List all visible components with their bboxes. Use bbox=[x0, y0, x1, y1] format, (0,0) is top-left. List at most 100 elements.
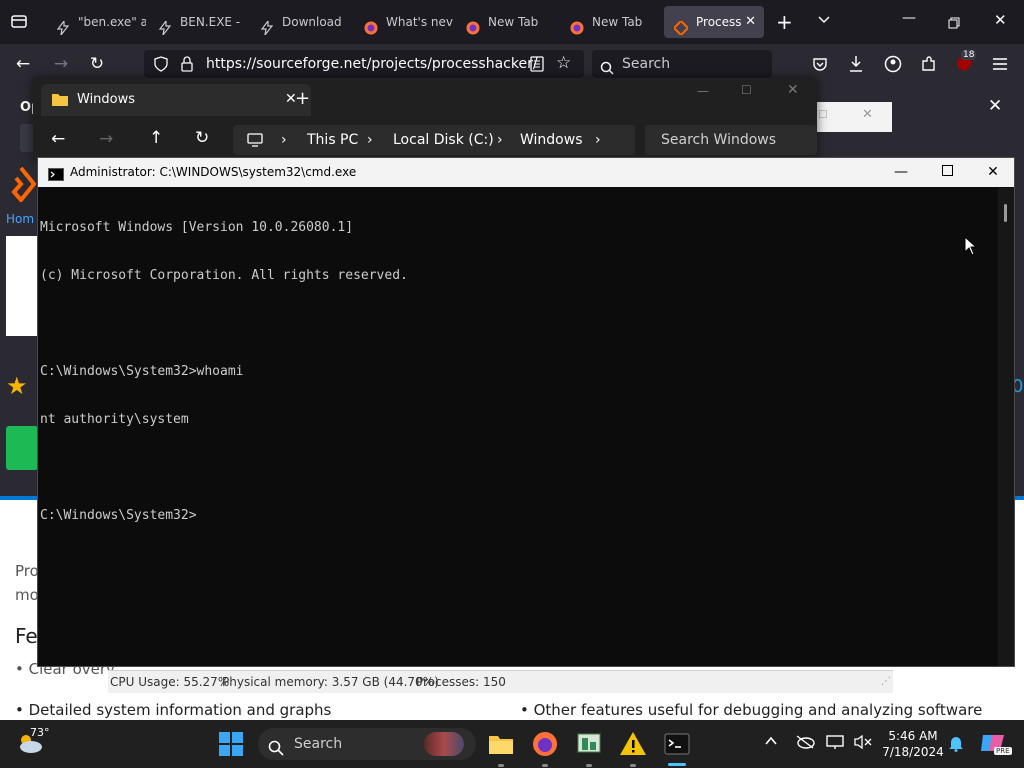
chevron-right-icon[interactable]: › bbox=[281, 125, 287, 155]
tab-label: Download bbox=[282, 15, 342, 29]
lock-icon[interactable] bbox=[180, 56, 194, 76]
menu-hamburger-icon[interactable] bbox=[992, 56, 1008, 75]
browser-tab[interactable]: New Tab bbox=[560, 6, 660, 38]
refresh-icon[interactable]: ↻ bbox=[195, 128, 209, 148]
chevron-right-icon[interactable]: › bbox=[595, 125, 601, 155]
pocket-icon[interactable] bbox=[812, 56, 828, 76]
firefox-icon bbox=[466, 15, 480, 35]
cmd-console-output[interactable]: Microsoft Windows [Version 10.0.26080.1]… bbox=[40, 188, 998, 664]
close-tab-icon[interactable]: ✕ bbox=[745, 6, 756, 38]
tab-label: "ben.exe" a bbox=[78, 15, 146, 29]
tab-label: What's nev bbox=[386, 15, 453, 29]
close-window-icon[interactable]: ✕ bbox=[994, 11, 1007, 29]
display-icon[interactable] bbox=[826, 734, 844, 754]
extensions-puzzle-icon[interactable] bbox=[920, 55, 938, 77]
tab-label: BEN.EXE - bbox=[180, 15, 241, 29]
search-label: Search bbox=[294, 736, 343, 752]
resize-grip-icon[interactable]: ⋰ bbox=[881, 671, 891, 693]
close-window-icon[interactable]: ✕ bbox=[787, 82, 799, 98]
tab-label: New Tab bbox=[488, 15, 539, 29]
shield-icon[interactable] bbox=[154, 56, 168, 76]
console-line: (c) Microsoft Corporation. All rights re… bbox=[40, 268, 408, 283]
rating-star-icon: ★ bbox=[6, 372, 28, 400]
browser-tab[interactable]: Download bbox=[250, 6, 350, 38]
url-text[interactable]: https://sourceforge.net/projects/process… bbox=[206, 50, 538, 78]
process-hacker-icon[interactable] bbox=[575, 730, 603, 758]
breadcrumb-item[interactable]: Local Disk (C:) bbox=[393, 125, 494, 155]
forward-arrow-icon[interactable]: → bbox=[50, 53, 72, 75]
maximize-icon[interactable]: ☐ bbox=[741, 83, 752, 97]
taskbar-clock[interactable]: 5:46 AM 7/18/2024 bbox=[880, 728, 946, 760]
explorer-tab[interactable]: Windows ✕ bbox=[41, 84, 311, 116]
download-button[interactable] bbox=[6, 426, 38, 470]
notification-bell-icon[interactable] bbox=[948, 734, 964, 756]
browser-tab[interactable]: "ben.exe" a bbox=[46, 6, 146, 38]
onedrive-offline-icon[interactable] bbox=[795, 735, 815, 753]
tab-label: New Tab bbox=[592, 15, 643, 29]
url-bar[interactable]: https://sourceforge.net/projects/process… bbox=[144, 50, 584, 78]
sourceforge-logo-icon[interactable] bbox=[6, 166, 37, 206]
clock-date: 7/18/2024 bbox=[882, 745, 944, 759]
address-bar[interactable]: › This PC › Local Disk (C:) › Windows › bbox=[233, 125, 635, 155]
memory-usage-text: Physical memory: 3.57 GB (44.70%) bbox=[222, 675, 439, 689]
new-tab-icon[interactable]: + bbox=[295, 88, 310, 109]
browser-tab-strip: "ben.exe" a BEN.EXE - Download What's ne… bbox=[0, 0, 1024, 44]
tab-list-chevron-icon[interactable] bbox=[816, 12, 832, 32]
tab-label: Process bbox=[696, 15, 742, 29]
cmd-scrollbar[interactable] bbox=[998, 188, 1014, 666]
close-banner-icon[interactable]: ✕ bbox=[988, 96, 1002, 116]
chevron-right-icon[interactable]: › bbox=[367, 125, 373, 155]
breadcrumb-item[interactable]: Windows bbox=[520, 125, 583, 155]
clock-time: 5:46 AM bbox=[888, 729, 938, 743]
running-app-indicator bbox=[630, 764, 636, 767]
breadcrumb-home-link[interactable]: Hom bbox=[6, 212, 34, 226]
file-explorer-icon[interactable] bbox=[487, 730, 515, 758]
close-window-icon[interactable]: ✕ bbox=[970, 158, 1016, 187]
close-icon[interactable]: ✕ bbox=[862, 107, 873, 122]
copilot-badge: PRE bbox=[994, 747, 1012, 755]
maximize-icon[interactable] bbox=[924, 158, 970, 187]
new-tab-icon[interactable]: + bbox=[776, 10, 793, 34]
start-windows-icon[interactable] bbox=[219, 732, 243, 760]
volume-muted-icon[interactable] bbox=[854, 734, 872, 754]
chevron-up-icon[interactable] bbox=[764, 734, 778, 752]
terminal-icon[interactable] bbox=[663, 730, 691, 758]
browser-tab-active[interactable]: Process ✕ bbox=[664, 6, 764, 38]
chevron-right-icon[interactable]: › bbox=[497, 125, 503, 155]
minimize-icon[interactable]: — bbox=[878, 158, 924, 187]
browser-tab[interactable]: BEN.EXE - bbox=[148, 6, 248, 38]
account-icon[interactable] bbox=[884, 55, 902, 77]
taskbar-search[interactable]: Search bbox=[258, 728, 476, 760]
search-highlight-icon bbox=[424, 732, 464, 756]
extension-badge: 18 bbox=[961, 50, 977, 60]
maximize-icon[interactable]: ☐ bbox=[818, 108, 828, 121]
process-count-text: Processes: 150 bbox=[416, 675, 506, 689]
reload-icon[interactable]: ↻ bbox=[86, 53, 108, 75]
explorer-search-input[interactable]: Search Windows bbox=[645, 125, 817, 155]
browser-tab[interactable]: New Tab bbox=[456, 6, 556, 38]
search-input[interactable]: Search bbox=[592, 50, 772, 78]
browser-tab[interactable]: What's nev bbox=[354, 6, 454, 38]
process-hacker-statusbar: CPU Usage: 55.27% Physical memory: 3.57 … bbox=[108, 670, 893, 693]
restore-icon[interactable] bbox=[948, 14, 960, 33]
console-line: nt authority\system bbox=[40, 412, 189, 427]
firefox-icon[interactable] bbox=[531, 730, 559, 758]
minimize-icon[interactable]: — bbox=[697, 84, 709, 98]
active-app-indicator bbox=[668, 763, 686, 766]
back-arrow-icon[interactable]: ← bbox=[51, 129, 65, 149]
cmd-title-bar[interactable]: Administrator: C:\WINDOWS\system32\cmd.e… bbox=[38, 158, 1014, 187]
mouse-cursor-icon bbox=[964, 235, 978, 260]
minimize-icon[interactable]: — bbox=[902, 10, 916, 26]
back-arrow-icon[interactable]: ← bbox=[12, 53, 34, 75]
bookmark-star-icon[interactable]: ☆ bbox=[556, 53, 571, 73]
up-arrow-icon[interactable]: ↑ bbox=[149, 128, 163, 148]
breadcrumb-item[interactable]: This PC bbox=[307, 125, 358, 155]
scrollbar-thumb[interactable] bbox=[1004, 204, 1007, 222]
forward-arrow-icon[interactable]: → bbox=[99, 129, 113, 149]
tab-overview-icon[interactable] bbox=[10, 12, 28, 30]
running-app-indicator bbox=[586, 764, 592, 767]
description-text: mo bbox=[15, 586, 39, 604]
warning-icon[interactable] bbox=[619, 730, 647, 758]
downloads-icon[interactable] bbox=[848, 55, 864, 77]
reader-view-icon[interactable] bbox=[530, 56, 544, 76]
